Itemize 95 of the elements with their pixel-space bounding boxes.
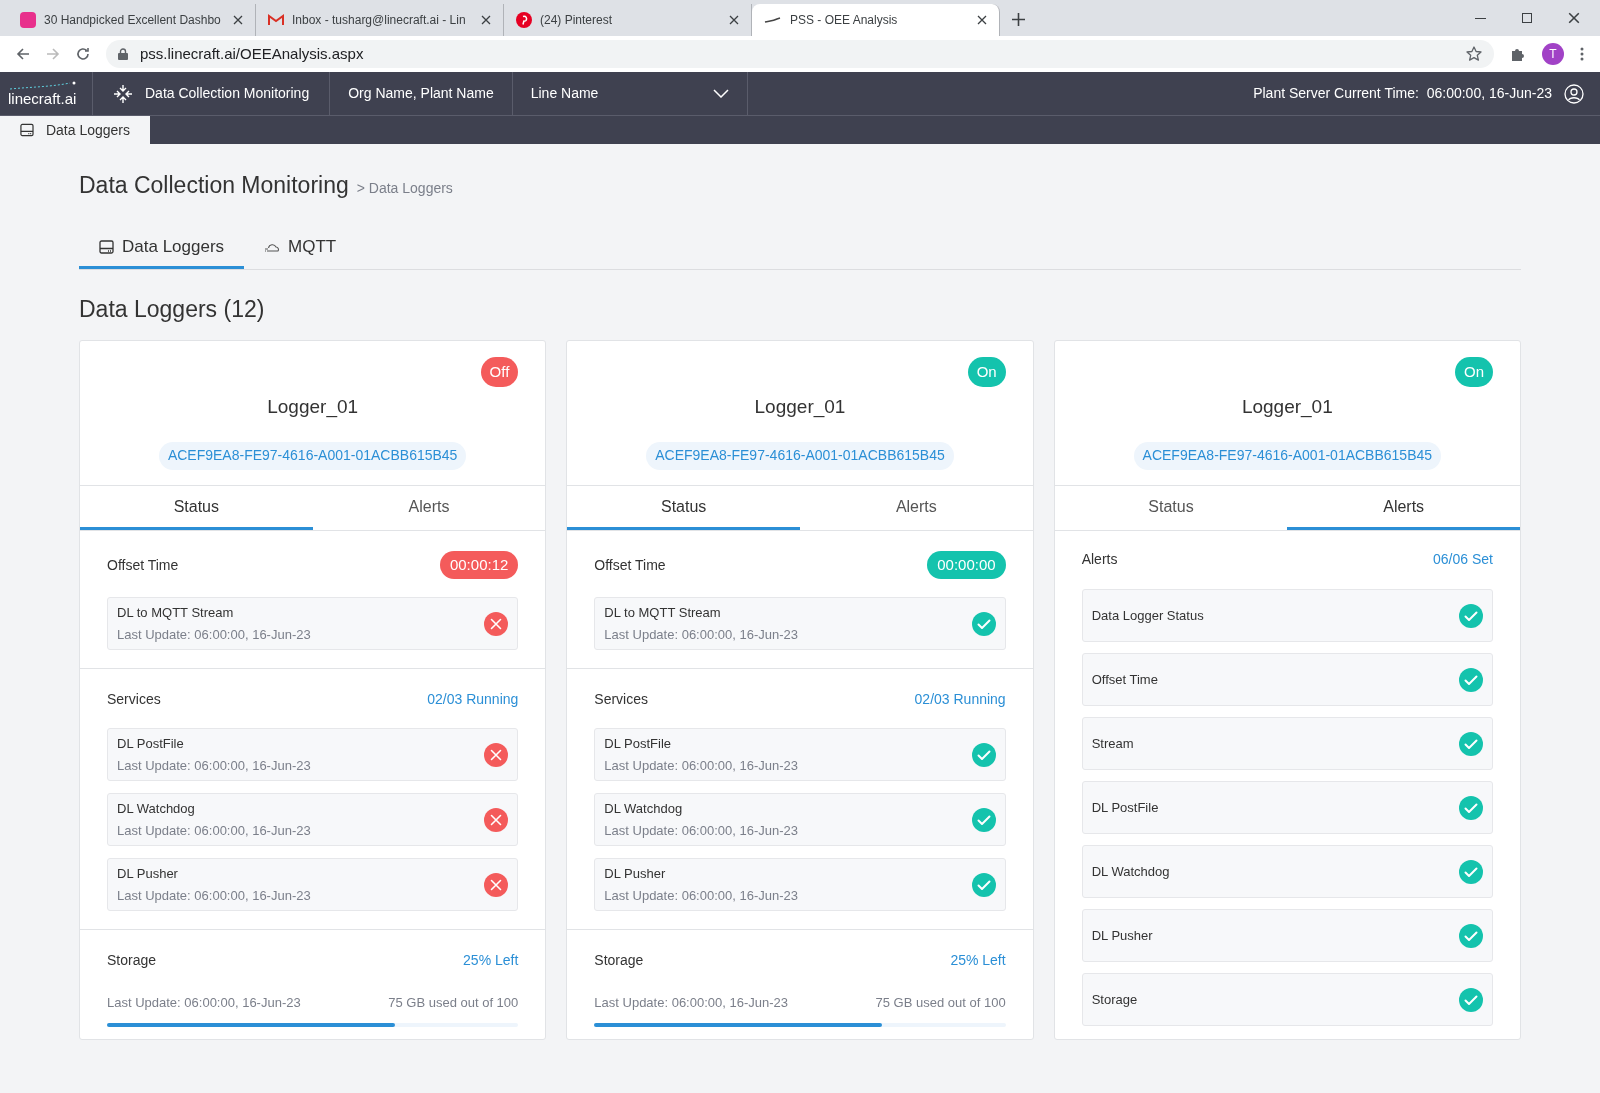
offset-time-badge: 00:00:12 — [439, 551, 519, 579]
mail-logo-icon — [268, 14, 284, 26]
row-title: DL to MQTT Stream — [604, 604, 722, 622]
storage-used: 75 GB used out of 100 — [875, 994, 1006, 1012]
pin-logo-icon — [516, 12, 532, 28]
last-update: Last Update: 06:00:00, 16-Jun-23 — [117, 886, 312, 905]
back-arrow-icon[interactable] — [16, 47, 30, 61]
row-title: DL Pusher — [604, 865, 667, 883]
last-update: Last Update: 06:00:00, 16-Jun-23 — [117, 756, 312, 775]
status-badge: On — [1454, 357, 1493, 387]
last-update: Last Update: 06:00:00, 16-Jun-23 — [604, 821, 800, 840]
line-logo-icon — [764, 16, 782, 24]
offset-time-badge: 00:00:00 — [927, 551, 1006, 579]
row-title: Stream — [1091, 734, 1135, 753]
page-tab[interactable]: MQTT — [244, 228, 357, 269]
section-label: Services — [594, 690, 648, 709]
section-label: Services — [107, 690, 161, 709]
tab-title: PSS - OEE Analysis — [790, 12, 899, 29]
section-label: Alerts — [1081, 550, 1118, 569]
menu-icon[interactable] — [1580, 47, 1584, 61]
last-update: Last Update: 06:00:00, 16-Jun-23 — [594, 994, 789, 1012]
storage-used: 75 GB used out of 100 — [388, 994, 519, 1012]
profile-avatar[interactable]: T — [1542, 43, 1564, 65]
close-icon[interactable] — [729, 15, 739, 25]
card-tab[interactable]: Alerts — [1287, 486, 1520, 530]
last-update: Last Update: 06:00:00, 16-Jun-23 — [117, 625, 312, 644]
drive-icon — [20, 123, 34, 137]
last-update: Last Update: 06:00:00, 16-Jun-23 — [604, 625, 800, 644]
storage-left: 25% Left — [463, 951, 519, 970]
tab-title: Inbox - tusharg@linecraft.ai - Lin — [292, 12, 467, 29]
page-title: Data Collection Monitoring — [79, 171, 349, 200]
new-tab-icon[interactable] — [1012, 13, 1025, 26]
storage-left: 25% Left — [950, 951, 1006, 970]
logger-id: ACEF9EA8-FE97-4616-A001-01ACBB615B45 — [646, 441, 954, 470]
row-title: DL Watchdog — [117, 800, 196, 818]
section-label: Offset Time — [594, 555, 666, 575]
drive-icon — [99, 240, 114, 254]
row-title: DL PostFile — [604, 735, 673, 753]
user-icon[interactable] — [1564, 83, 1584, 104]
cloud-icon — [264, 241, 281, 253]
card-tab[interactable]: Status — [80, 486, 313, 530]
row-title: Data Logger Status — [1091, 606, 1205, 625]
row-title: DL PostFile — [117, 735, 185, 753]
services-summary: 02/03 Running — [427, 690, 519, 709]
logger-name: Logger_01 — [754, 395, 846, 420]
last-update: Last Update: 06:00:00, 16-Jun-23 — [107, 994, 301, 1012]
card-tab[interactable]: Alerts — [800, 486, 1033, 530]
reload-icon[interactable] — [76, 47, 90, 61]
row-title: Offset Time — [1091, 670, 1159, 689]
logger-id: ACEF9EA8-FE97-4616-A001-01ACBB615B45 — [158, 441, 467, 470]
row-title: DL to MQTT Stream — [117, 604, 235, 622]
row-title: DL Watchdog — [1091, 862, 1171, 881]
last-update: Last Update: 06:00:00, 16-Jun-23 — [604, 756, 800, 775]
tab-title: (24) Pinterest — [540, 12, 614, 29]
last-update: Last Update: 06:00:00, 16-Jun-23 — [604, 886, 800, 905]
row-title: Storage — [1091, 990, 1139, 1009]
status-badge: Off — [480, 357, 519, 387]
logger-name: Logger_01 — [267, 395, 359, 420]
browser-tab[interactable]: PSS - OEE Analysis — [752, 4, 1000, 36]
close-icon[interactable] — [977, 15, 987, 25]
card-tab[interactable]: Alerts — [312, 486, 546, 530]
row-title: DL Pusher — [117, 865, 179, 883]
logger-name: Logger_01 — [1241, 395, 1333, 420]
alerts-summary: 06/06 Set — [1433, 550, 1493, 569]
logger-id: ACEF9EA8-FE97-4616-A001-01ACBB615B45 — [1133, 441, 1442, 470]
close-icon[interactable] — [1568, 12, 1580, 24]
card-tab[interactable]: Status — [567, 486, 800, 530]
card-tab[interactable]: Status — [1054, 486, 1288, 530]
lock-icon — [118, 48, 128, 60]
address-bar[interactable]: pss.linecraft.ai/OEEAnalysis.aspx — [106, 40, 1494, 68]
status-badge: On — [967, 357, 1006, 387]
subnav-tab[interactable]: Data Loggers — [0, 116, 150, 144]
section-label: Storage — [107, 951, 157, 970]
page-tab[interactable]: Data Loggers — [79, 228, 245, 269]
row-title: DL Watchdog — [604, 800, 684, 818]
section-title: Data Loggers (12) — [79, 294, 266, 324]
row-title: DL PostFile — [1091, 798, 1160, 817]
services-summary: 02/03 Running — [914, 690, 1006, 709]
section-label: Storage — [594, 951, 644, 970]
tab-logo-icon — [20, 12, 36, 28]
minimize-icon[interactable] — [1475, 17, 1486, 19]
restore-icon[interactable] — [1522, 13, 1532, 23]
tab-title: 30 Handpicked Excellent Dashbo — [44, 12, 222, 29]
logo-text: linecraft.ai — [8, 90, 78, 107]
server-time: Plant Server Current Time: 06:00:00, 16-Jun-23 — [1253, 84, 1552, 103]
star-icon[interactable] — [1466, 46, 1482, 62]
close-icon[interactable] — [481, 15, 491, 25]
last-update: Last Update: 06:00:00, 16-Jun-23 — [117, 821, 312, 840]
close-icon[interactable] — [233, 15, 243, 25]
breadcrumb[interactable]: > Data Loggers — [356, 178, 453, 199]
puzzle-icon[interactable] — [1510, 46, 1526, 62]
section-label: Offset Time — [107, 555, 179, 575]
arrows-converge-icon — [113, 83, 133, 104]
row-title: DL Pusher — [1091, 926, 1154, 945]
chevron-down-icon — [712, 89, 729, 98]
